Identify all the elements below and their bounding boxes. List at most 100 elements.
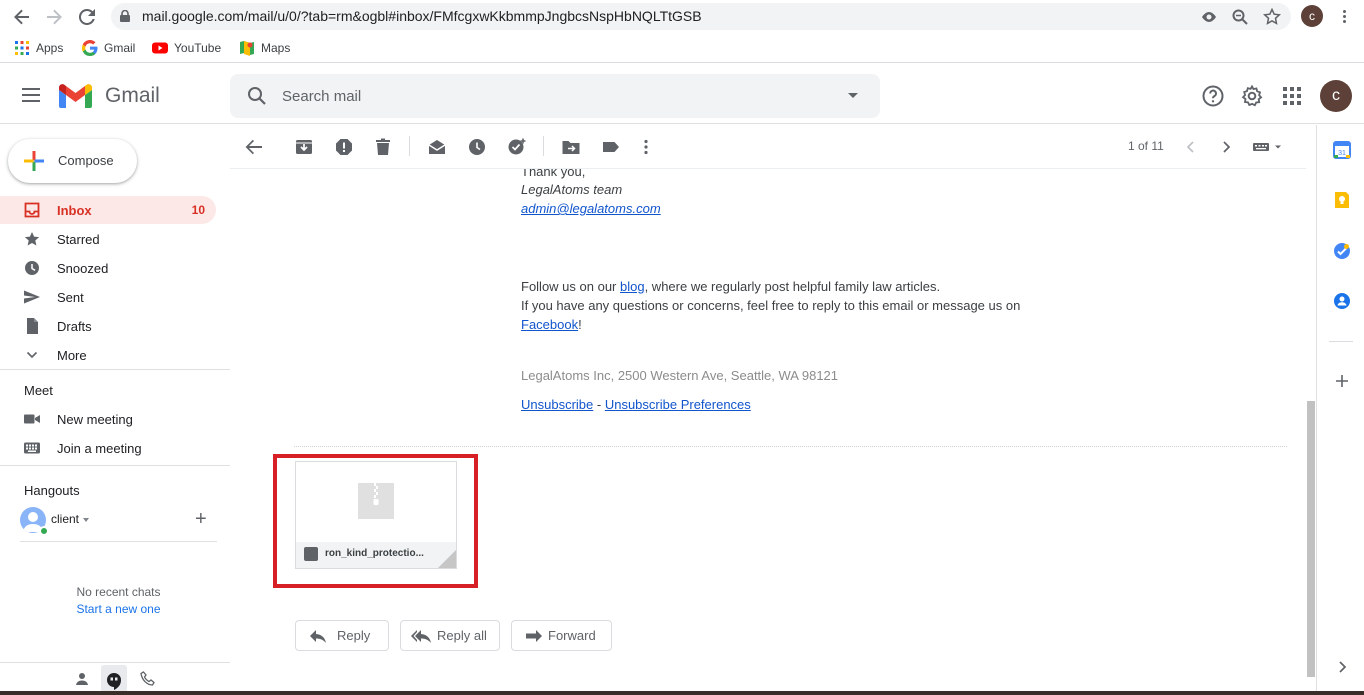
sidebar-item-sent[interactable]: Sent: [0, 283, 216, 311]
divider: [0, 465, 230, 466]
maps-icon: [240, 41, 254, 56]
archive-icon[interactable]: [294, 137, 314, 157]
facebook-link[interactable]: Facebook: [521, 317, 578, 332]
youtube-icon: [152, 42, 168, 54]
sidebar-item-inbox[interactable]: Inbox 10: [0, 196, 216, 224]
attachment-filename: ron_kind_protectio...: [325, 548, 424, 559]
label-tag-icon[interactable]: [601, 137, 621, 157]
add-to-tasks-icon[interactable]: [507, 137, 527, 157]
reply-button[interactable]: Reply: [295, 620, 389, 651]
search-placeholder: Search mail: [282, 88, 362, 105]
url-text: mail.google.com/mail/u/0/?tab=rm&ogbl#in…: [142, 8, 702, 24]
contacts-icon[interactable]: [1333, 292, 1351, 310]
hangouts-section-title: Hangouts: [24, 483, 80, 498]
back-arrow-icon[interactable]: [11, 6, 33, 28]
input-tools-keyboard-icon[interactable]: [1251, 137, 1285, 157]
keep-icon[interactable]: [1333, 191, 1351, 209]
forward-button[interactable]: Forward: [511, 620, 612, 651]
sidebar-item-starred[interactable]: Starred: [0, 225, 216, 253]
reload-icon[interactable]: [76, 6, 98, 28]
blog-link[interactable]: blog: [620, 279, 645, 294]
zoom-icon[interactable]: [1231, 8, 1249, 26]
start-new-chat-link[interactable]: Start a new one: [0, 602, 237, 616]
bookmark-apps[interactable]: Apps: [14, 40, 63, 56]
bookmark-youtube[interactable]: YouTube: [152, 40, 221, 56]
more-options-vertical-icon[interactable]: [636, 137, 656, 157]
gmail-header: Gmail Search mail c: [0, 64, 1364, 124]
facebook-line-end: !: [578, 317, 582, 332]
new-conversation-plus-icon[interactable]: +: [195, 509, 207, 529]
attachment-card[interactable]: ron_kind_protectio...: [295, 461, 457, 569]
document-file-icon: [304, 547, 318, 561]
star-icon: [24, 232, 40, 246]
unsubscribe-link[interactable]: Unsubscribe: [521, 397, 593, 412]
browser-profile-avatar[interactable]: c: [1301, 5, 1323, 27]
account-avatar[interactable]: c: [1320, 80, 1352, 112]
taskbar-strip: [0, 691, 1364, 695]
reply-arrow-icon: [310, 630, 326, 643]
newer-chevron-left-icon[interactable]: [1181, 137, 1201, 157]
company-address: LegalAtoms Inc, 2500 Western Ave, Seattl…: [521, 368, 839, 383]
help-icon[interactable]: [1201, 84, 1225, 108]
sidebar-item-label: Starred: [57, 232, 100, 247]
sidebar-item-more[interactable]: More: [0, 341, 216, 369]
contacts-person-icon[interactable]: [74, 671, 90, 687]
search-icon[interactable]: [247, 86, 267, 106]
sidebar-item-snoozed[interactable]: Snoozed: [0, 254, 216, 282]
apps-grid-icon: [15, 41, 29, 55]
toolbar-separator: [543, 136, 544, 156]
expand-panel-chevron-icon[interactable]: [1333, 658, 1351, 676]
older-chevron-right-icon[interactable]: [1216, 137, 1236, 157]
tasks-icon[interactable]: [1333, 242, 1351, 260]
search-input[interactable]: Search mail: [230, 74, 880, 118]
gmail-logo-icon[interactable]: [59, 84, 92, 108]
signature-email-line: admin@legalatoms.com: [521, 199, 661, 218]
back-to-inbox-icon[interactable]: [244, 137, 264, 157]
mark-unread-icon[interactable]: [427, 137, 447, 157]
sidebar-item-label: New meeting: [57, 412, 133, 427]
side-panel: 31: [1316, 125, 1364, 695]
bookmark-maps[interactable]: Maps: [239, 40, 290, 56]
meet-join-meeting[interactable]: Join a meeting: [0, 434, 216, 462]
reply-all-button[interactable]: Reply all: [400, 620, 500, 651]
browser-toolbar: mail.google.com/mail/u/0/?tab=rm&ogbl#in…: [0, 0, 1364, 33]
online-status-dot: [39, 526, 49, 536]
signature-team: LegalAtoms team: [521, 182, 623, 197]
sidebar-item-drafts[interactable]: Drafts: [0, 312, 216, 340]
eye-icon[interactable]: [1200, 8, 1218, 26]
scrollbar-thumb[interactable]: [1307, 401, 1315, 677]
sidebar-item-label: More: [57, 348, 87, 363]
google-apps-icon[interactable]: [1280, 84, 1304, 108]
forward-arrow-icon: [526, 630, 542, 642]
attachment-divider: [294, 446, 1287, 447]
send-icon: [24, 290, 40, 304]
address-bar[interactable]: mail.google.com/mail/u/0/?tab=rm&ogbl#in…: [111, 3, 1291, 30]
phone-icon[interactable]: [140, 671, 156, 687]
sidebar-item-label: Sent: [57, 290, 84, 305]
delete-trash-icon[interactable]: [373, 137, 393, 157]
get-addons-plus-icon[interactable]: [1333, 372, 1351, 390]
compose-button[interactable]: Compose: [8, 139, 137, 183]
sidebar-item-label: Join a meeting: [57, 441, 142, 456]
unsubscribe-preferences-link[interactable]: Unsubscribe Preferences: [605, 397, 751, 412]
toolbar-separator: [409, 136, 410, 156]
search-options-caret-icon[interactable]: [848, 93, 858, 98]
bookmark-gmail[interactable]: Gmail: [82, 40, 135, 56]
forward-arrow-icon[interactable]: [43, 6, 65, 28]
lock-icon: [120, 10, 130, 22]
meet-new-meeting[interactable]: New meeting: [0, 405, 216, 433]
unread-count-badge: 10: [191, 203, 205, 217]
browser-menu-icon[interactable]: [1337, 6, 1351, 26]
bookmark-star-icon[interactable]: [1263, 8, 1281, 26]
hangouts-user[interactable]: client +: [20, 507, 220, 536]
main-menu-icon[interactable]: [22, 88, 40, 102]
attachment-name-bar: ron_kind_protectio...: [296, 542, 456, 568]
report-spam-icon[interactable]: [334, 137, 354, 157]
snooze-clock-icon[interactable]: [467, 137, 487, 157]
settings-gear-icon[interactable]: [1240, 84, 1264, 108]
move-to-folder-icon[interactable]: [561, 137, 581, 157]
bookmark-label: Gmail: [104, 41, 136, 55]
email-address-link[interactable]: admin@legalatoms.com: [521, 201, 661, 216]
calendar-icon[interactable]: 31: [1333, 141, 1351, 159]
status-caret-icon[interactable]: [83, 518, 89, 522]
